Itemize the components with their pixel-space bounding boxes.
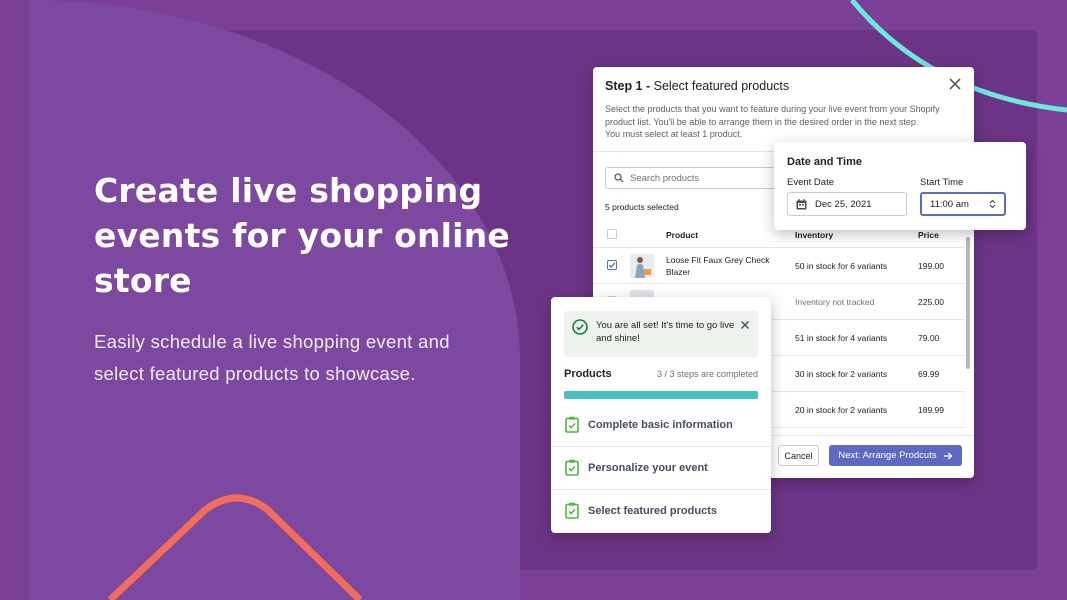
step-complete-basic-information[interactable]: Complete basic information — [551, 403, 771, 446]
banner-text: You are all set! It's time to go live an… — [596, 320, 735, 344]
step-label: Personalize your event — [588, 461, 708, 474]
clipboard-check-icon — [565, 459, 579, 476]
check-circle-icon — [572, 319, 588, 335]
search-icon — [614, 173, 624, 183]
start-time-label: Start Time — [920, 177, 964, 188]
checkmark-icon — [608, 261, 616, 268]
close-icon[interactable] — [948, 77, 962, 91]
step-label: Complete basic information — [588, 418, 733, 431]
row-checkbox-checked[interactable] — [607, 259, 617, 270]
cancel-button[interactable]: Cancel — [778, 445, 819, 466]
table-scrollbar[interactable] — [966, 237, 970, 369]
modal-description-line: Select the products that you want to fea… — [605, 104, 940, 127]
success-banner: You are all set! It's time to go live an… — [564, 311, 758, 357]
modal-header: Step 1 - Select featured products Select… — [593, 67, 974, 141]
column-inventory: Inventory — [795, 229, 834, 240]
step-select-featured-products[interactable]: Select featured products — [551, 489, 771, 532]
product-price: 69.99 — [918, 368, 940, 379]
product-price: 199.00 — [918, 260, 944, 271]
product-price: 225.00 — [918, 296, 944, 307]
start-time-select[interactable]: 11:00 am — [920, 192, 1006, 216]
step-personalize-your-event[interactable]: Personalize your event — [551, 446, 771, 489]
modal-step-prefix: Step 1 - — [605, 79, 651, 93]
start-time-value: 11:00 am — [930, 198, 969, 210]
product-name: Loose Fit Faux Grey Check Blazer — [666, 254, 770, 277]
column-product: Product — [666, 229, 699, 240]
progress-title: Products — [564, 368, 612, 380]
hero-subtitle: Easily schedule a live shopping event an… — [94, 331, 450, 384]
clipboard-check-icon — [565, 416, 579, 433]
steps-completed-text: 3 / 3 steps are completed — [656, 369, 758, 379]
modal-description: Select the products that you want to fea… — [605, 103, 955, 141]
modal-description-requirement: You must select at least 1 product. — [605, 129, 743, 139]
modal-title-text: Select featured products — [653, 79, 790, 93]
modal-title: Step 1 - Select featured products — [605, 79, 962, 93]
product-inventory: 51 in stock for 4 variants — [795, 332, 888, 343]
date-time-card: Date and Time Event Date Start Time Dec … — [774, 142, 1026, 230]
product-price: 79.00 — [918, 332, 940, 343]
progress-bar — [564, 391, 758, 399]
event-date-field[interactable]: Dec 25, 2021 — [787, 192, 907, 216]
product-inventory: 20 in stock for 2 variants — [795, 404, 888, 415]
hero-title: Create live shopping events for your onl… — [94, 171, 510, 300]
select-all-checkbox[interactable] — [607, 228, 617, 239]
step-label: Select featured products — [588, 504, 717, 517]
search-placeholder: Search products — [630, 172, 700, 184]
date-time-title: Date and Time — [787, 156, 862, 168]
progress-card: You are all set! It's time to go live an… — [551, 297, 771, 533]
clipboard-check-icon — [565, 502, 579, 519]
calendar-icon — [796, 198, 807, 209]
product-price: 189.99 — [918, 404, 944, 415]
table-row[interactable]: Loose Fit Faux Grey Check Blazer 50 in s… — [593, 248, 965, 284]
product-inventory: 50 in stock for 6 variants — [795, 260, 888, 271]
next-button-label: Next: Arrange Prodcuts — [838, 450, 937, 461]
close-icon[interactable] — [740, 320, 750, 330]
selected-count: 5 products selected — [605, 202, 679, 212]
event-date-value: Dec 25, 2021 — [815, 198, 872, 210]
product-inventory: 30 in stock for 2 variants — [795, 368, 888, 379]
event-date-label: Event Date — [787, 177, 834, 188]
select-arrows-icon — [989, 199, 996, 209]
arrow-right-icon — [943, 452, 953, 459]
progress-bar-fill — [564, 391, 758, 399]
column-price: Price — [918, 229, 939, 240]
product-inventory: Inventory not tracked — [795, 296, 875, 307]
next-arrange-products-button[interactable]: Next: Arrange Prodcuts — [829, 445, 962, 466]
product-thumbnail — [630, 253, 654, 278]
